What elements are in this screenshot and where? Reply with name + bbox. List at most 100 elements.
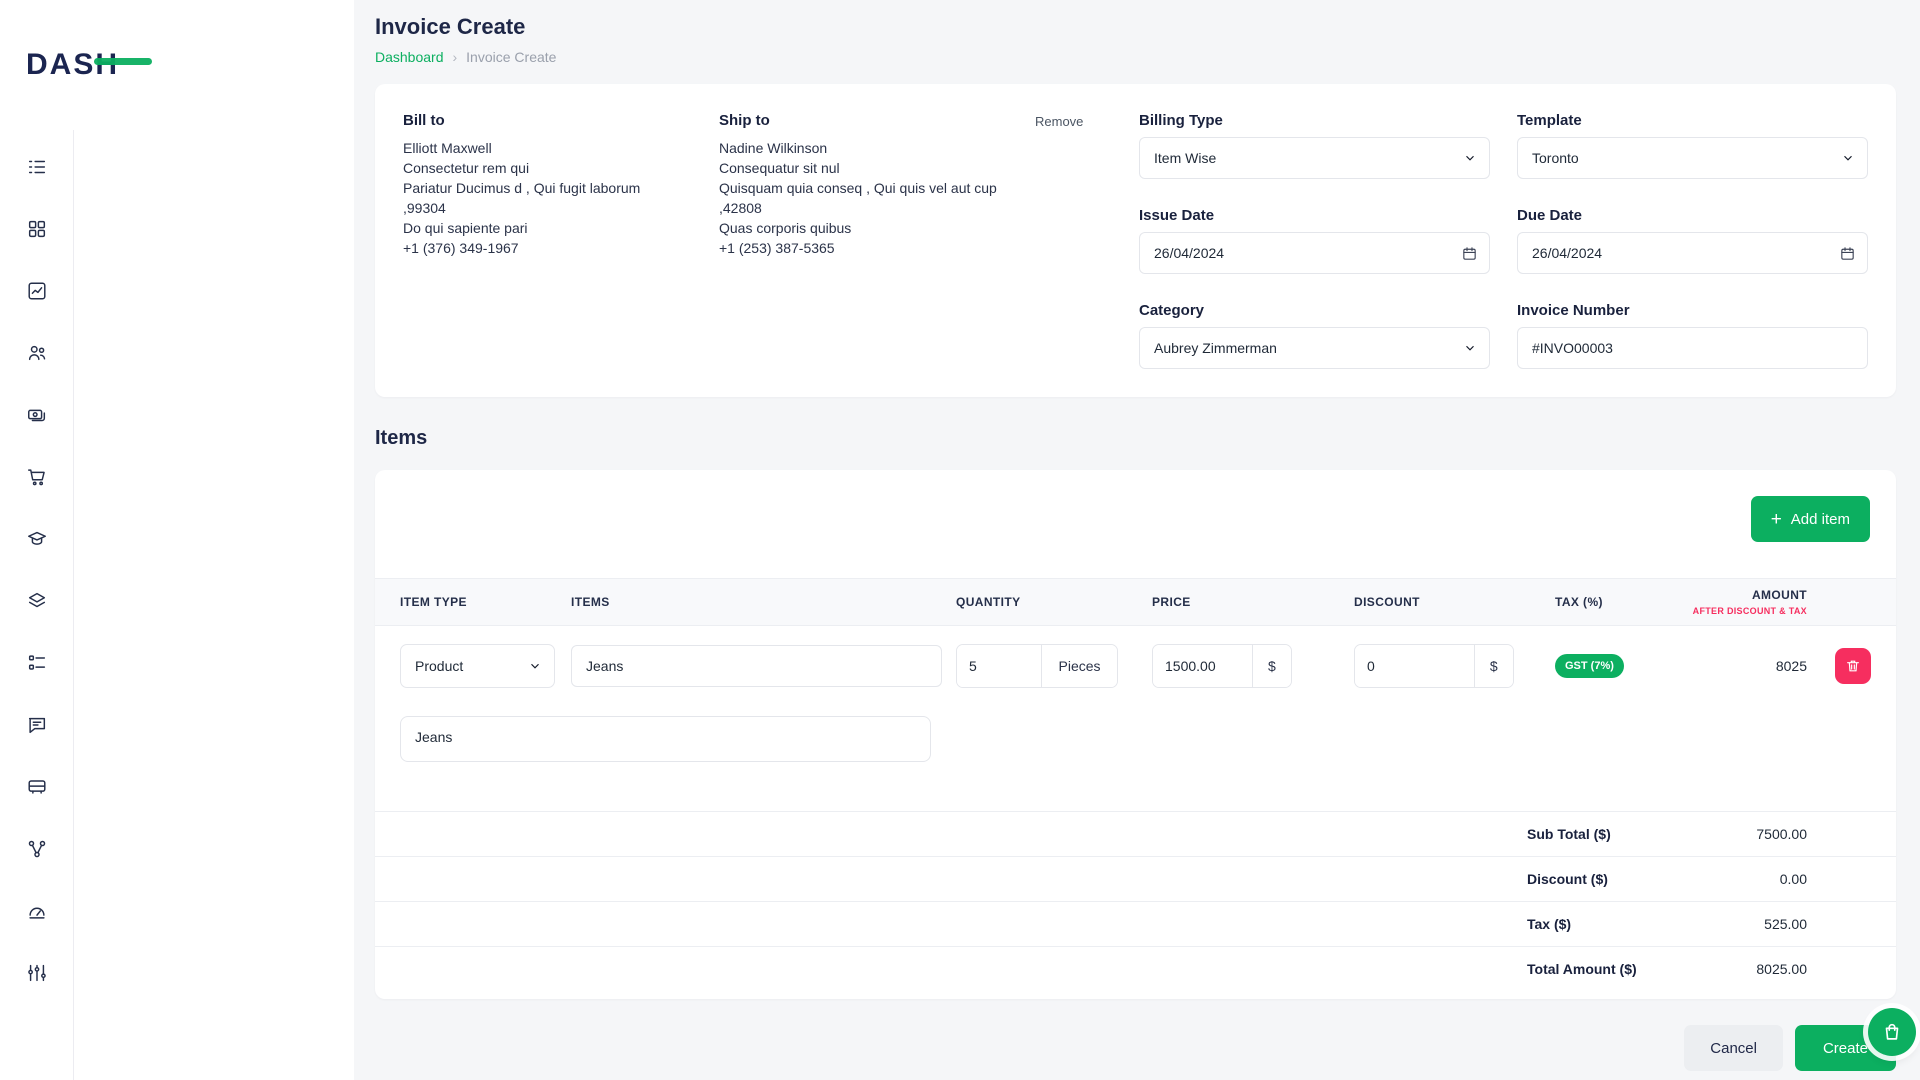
shopping-cart-icon xyxy=(26,466,48,488)
footer-actions: Cancel Create xyxy=(375,1025,1896,1071)
sidebar: DASH xyxy=(0,0,354,1080)
item-name-input[interactable] xyxy=(571,645,942,687)
ship-to-line: Consequatur sit nul xyxy=(719,158,1001,178)
sidebar-item-users[interactable] xyxy=(24,340,50,366)
category-label: Category xyxy=(1139,302,1490,319)
shopping-bag-icon xyxy=(1881,1021,1903,1043)
bill-to-line: Do qui sapiente pari xyxy=(403,218,683,238)
sidebar-item-reports[interactable] xyxy=(24,278,50,304)
breadcrumb-separator-icon: › xyxy=(453,49,458,65)
billing-type-value: Item Wise xyxy=(1154,150,1216,166)
category-select[interactable]: Aubrey Zimmerman xyxy=(1139,327,1490,369)
calendar-icon xyxy=(1839,245,1856,262)
quantity-input[interactable] xyxy=(957,645,1041,687)
layers-icon xyxy=(26,590,48,612)
sidebar-item-finance[interactable] xyxy=(24,402,50,428)
invoice-number-field: Invoice Number xyxy=(1517,302,1868,369)
sidebar-item-settings[interactable] xyxy=(24,960,50,986)
bill-to-phone: +1 (376) 349-1967 xyxy=(403,238,683,258)
issue-date-input[interactable]: 26/04/2024 xyxy=(1139,232,1490,274)
breadcrumb-current: Invoice Create xyxy=(466,49,556,65)
add-item-button[interactable]: + Add item xyxy=(1751,496,1870,542)
col-price: PRICE xyxy=(1152,595,1354,609)
chevron-down-icon xyxy=(1463,151,1477,165)
quantity-group: Pieces xyxy=(956,644,1118,688)
logo-text: DASH xyxy=(26,48,119,82)
add-item-label: Add item xyxy=(1791,511,1850,528)
bill-to-line: Consectetur rem qui xyxy=(403,158,683,178)
bill-to-line: Pariatur Ducimus d , Qui fugit laborum ,… xyxy=(403,178,683,218)
sidebar-rail xyxy=(0,130,74,1080)
billing-type-label: Billing Type xyxy=(1139,112,1490,129)
sidebar-item-tasks[interactable] xyxy=(24,650,50,676)
ship-to-line: Quas corporis quibus xyxy=(719,218,1001,238)
due-date-input[interactable]: 26/04/2024 xyxy=(1517,232,1868,274)
quantity-unit-addon: Pieces xyxy=(1041,645,1117,687)
breadcrumb: Dashboard › Invoice Create xyxy=(375,49,1896,65)
template-select[interactable]: Toronto xyxy=(1517,137,1868,179)
item-type-value: Product xyxy=(415,658,463,674)
line-chart-icon xyxy=(26,280,48,302)
cancel-button[interactable]: Cancel xyxy=(1684,1025,1783,1071)
sliders-icon xyxy=(26,962,48,984)
items-section-title: Items xyxy=(375,427,1896,450)
logo-dash-bar xyxy=(94,58,152,65)
invoice-number-input[interactable] xyxy=(1517,327,1868,369)
tax-badge[interactable]: GST (7%) xyxy=(1555,654,1624,678)
add-item-row: + Add item xyxy=(375,470,1896,578)
billing-type-field: Billing Type Item Wise xyxy=(1139,112,1490,179)
quantity-cell: Pieces xyxy=(956,644,1152,688)
sidebar-item-pos[interactable] xyxy=(24,464,50,490)
share-nodes-icon xyxy=(26,838,48,860)
sidebar-item-projects[interactable] xyxy=(24,154,50,180)
due-date-label: Due Date xyxy=(1517,207,1868,224)
item-description-input[interactable]: Jeans xyxy=(400,716,931,762)
ship-to-line: Quisquam quia conseq , Qui quis vel aut … xyxy=(719,178,1001,218)
discount-total-row: Discount ($) 0.00 xyxy=(375,856,1896,901)
sidebar-item-apps[interactable] xyxy=(24,216,50,242)
col-quantity: QUANTITY xyxy=(956,595,1152,609)
tax-total-label: Tax ($) xyxy=(1527,916,1677,932)
issue-date-value: 26/04/2024 xyxy=(1154,245,1224,261)
delete-item-button[interactable] xyxy=(1835,648,1871,684)
app-logo[interactable]: DASH xyxy=(0,0,354,130)
bus-icon xyxy=(26,776,48,798)
price-input[interactable] xyxy=(1153,645,1252,687)
graduation-cap-icon xyxy=(26,528,48,550)
remove-link[interactable]: Remove xyxy=(1035,114,1083,129)
col-amount-note: AFTER DISCOUNT & TAX xyxy=(1667,606,1807,616)
col-items: ITEMS xyxy=(571,595,956,609)
issue-date-label: Issue Date xyxy=(1139,207,1490,224)
discount-cell: $ xyxy=(1354,644,1555,688)
sidebar-item-assets[interactable] xyxy=(24,588,50,614)
ship-to-line: Nadine Wilkinson xyxy=(719,138,1001,158)
invoice-number-label: Invoice Number xyxy=(1517,302,1868,319)
chevron-down-icon xyxy=(1841,151,1855,165)
gauge-icon xyxy=(26,900,48,922)
task-list-icon xyxy=(26,652,48,674)
items-table-header: ITEM TYPE ITEMS QUANTITY PRICE DISCOUNT … xyxy=(375,578,1896,626)
list-check-icon xyxy=(26,156,48,178)
discount-input[interactable] xyxy=(1355,645,1474,687)
template-label: Template xyxy=(1517,112,1868,129)
breadcrumb-dashboard-link[interactable]: Dashboard xyxy=(375,49,444,65)
ship-to-phone: +1 (253) 387-5365 xyxy=(719,238,1001,258)
ship-to-address: Nadine Wilkinson Consequatur sit nul Qui… xyxy=(719,138,1001,258)
invoice-details-card: Bill to Elliott Maxwell Consectetur rem … xyxy=(375,84,1896,397)
sidebar-item-fleet[interactable] xyxy=(24,774,50,800)
bill-to-line: Elliott Maxwell xyxy=(403,138,683,158)
sidebar-item-training[interactable] xyxy=(24,526,50,552)
item-type-select[interactable]: Product xyxy=(400,644,555,688)
sidebar-item-performance[interactable] xyxy=(24,898,50,924)
total-amount-value: 8025.00 xyxy=(1677,961,1807,977)
item-description-row: Jeans xyxy=(375,688,1896,811)
billing-type-select[interactable]: Item Wise xyxy=(1139,137,1490,179)
users-icon xyxy=(26,342,48,364)
main-content: Invoice Create Dashboard › Invoice Creat… xyxy=(354,0,1920,1071)
money-transfer-icon xyxy=(26,404,48,426)
sidebar-item-hierarchy[interactable] xyxy=(24,836,50,862)
sidebar-item-messenger[interactable] xyxy=(24,712,50,738)
issue-date-field: Issue Date 26/04/2024 xyxy=(1139,207,1490,274)
grid-icon xyxy=(26,218,48,240)
cart-fab-button[interactable] xyxy=(1868,1008,1916,1056)
